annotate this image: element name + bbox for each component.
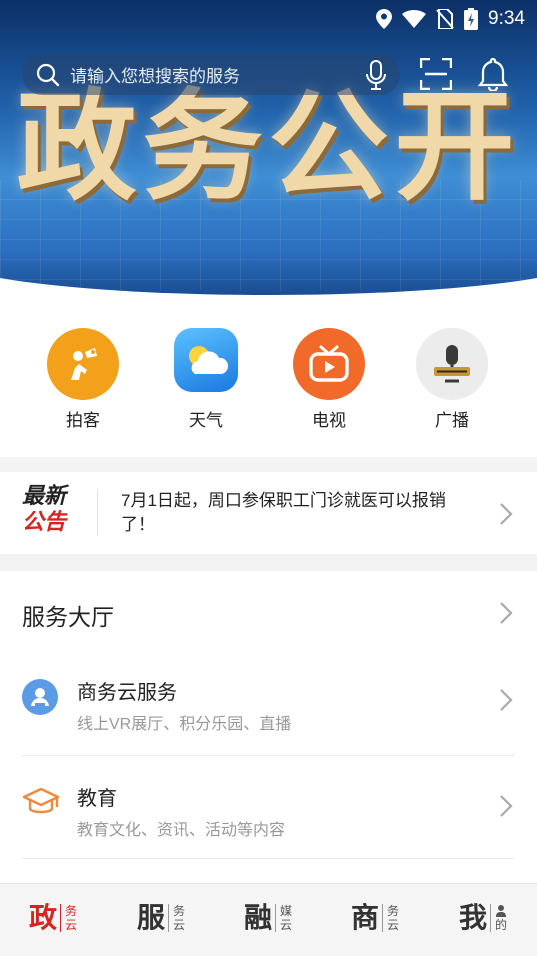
quick-link-label: 电视 [312, 411, 346, 430]
divider [97, 490, 98, 536]
announcement-text[interactable]: 7月1日起，周口参保职工门诊就医可以报销了！ [121, 489, 471, 537]
tab-fuwuyun[interactable]: 服 务云 [137, 900, 185, 936]
tab-main-char: 我 [459, 901, 488, 934]
tab-sub-char: 的 [495, 918, 508, 932]
tab-sub-label: 务云 [168, 904, 185, 932]
service-name: 商务云服务 [77, 682, 177, 704]
tab-sub-label: 媒云 [275, 904, 292, 932]
tab-main-char: 商 [351, 901, 380, 934]
quick-link-label: 广播 [435, 411, 469, 430]
divider [22, 858, 515, 859]
badge-line2: 公告 [22, 510, 67, 535]
tab-main-char: 服 [137, 901, 166, 934]
tab-sub-char: 云 [280, 918, 293, 932]
microphone-icon[interactable] [366, 59, 386, 90]
quick-link-label: 天气 [189, 411, 223, 430]
tab-sub-char: 务 [65, 904, 78, 918]
tab-sub-label: 的 [490, 904, 507, 932]
quick-link-paike[interactable]: 拍客 [33, 328, 133, 431]
service-name: 教育 [77, 788, 117, 810]
tab-sub-label: 务云 [60, 904, 77, 932]
battery-charging-icon [464, 8, 479, 30]
tab-sub-char: 云 [65, 918, 78, 932]
service-description: 教育文化、资讯、活动等内容 [77, 822, 286, 839]
user-badge-icon [22, 679, 58, 715]
badge-line1: 最新 [22, 484, 67, 509]
chevron-right-icon [500, 795, 513, 817]
tab-sub-label: 务云 [382, 904, 399, 932]
search-placeholder[interactable]: 请输入您想搜索的服务 [70, 62, 366, 87]
bell-icon [477, 57, 509, 93]
notification-button[interactable] [477, 57, 509, 95]
service-item-education[interactable]: 教育 教育文化、资讯、活动等内容 [22, 782, 515, 889]
tab-shangwuyun[interactable]: 商 务云 [351, 900, 399, 936]
tab-zhengwuyun[interactable]: 政 务云 [29, 900, 77, 936]
tab-rongmeiyun[interactable]: 融 媒云 [244, 900, 292, 936]
quick-link-tv[interactable]: 电视 [279, 328, 379, 431]
camera-person-icon [47, 328, 119, 400]
status-bar: 9:34 [0, 0, 537, 38]
status-time: 9:34 [488, 8, 525, 29]
chevron-right-icon [500, 503, 513, 525]
service-description: 线上VR展厅、积分乐园、直播 [77, 716, 292, 733]
search-icon [36, 63, 60, 86]
quick-link-label: 拍客 [66, 411, 100, 430]
weather-sun-cloud-icon [174, 328, 238, 392]
tab-sub-char: 云 [173, 918, 186, 932]
service-item-commerce-cloud[interactable]: 商务云服务 线上VR展厅、积分乐园、直播 [22, 676, 515, 783]
location-icon [376, 9, 393, 29]
announcement-badge: 最新 公告 [22, 486, 78, 542]
chevron-right-icon [500, 689, 513, 711]
section-title[interactable]: 服务大厅 [22, 598, 114, 632]
graduation-cap-icon [22, 787, 60, 814]
tab-sub-char: 媒 [280, 904, 293, 918]
tv-icon [293, 328, 365, 400]
scan-button[interactable] [419, 57, 453, 94]
tab-sub-char: 云 [387, 918, 400, 932]
tab-main-char: 融 [244, 901, 273, 934]
search-bar[interactable]: 请输入您想搜索的服务 [22, 54, 400, 95]
chevron-right-icon[interactable] [498, 601, 514, 625]
quick-link-weather[interactable]: 天气 [156, 328, 256, 431]
service-hall: 服务大厅 商务云服务 线上VR展厅、积分乐园、直播 教育 教育文化、资讯、活动等… [0, 571, 537, 883]
tab-sub-char: 务 [387, 904, 400, 918]
scan-icon [419, 57, 453, 91]
quick-links: 拍客 天气 电视 广播 [0, 300, 537, 457]
tab-wode[interactable]: 我 的 [459, 900, 507, 936]
no-sim-icon [436, 9, 454, 29]
tab-main-char: 政 [29, 901, 58, 934]
header-banner: 政务公开 [0, 0, 537, 300]
person-icon [496, 905, 507, 917]
bottom-tab-bar: 政 务云 服 务云 融 媒云 商 务云 我 的 [0, 883, 537, 956]
wifi-icon [402, 10, 427, 28]
quick-link-radio[interactable]: 广播 [402, 328, 502, 431]
radio-mic-icon [416, 328, 488, 400]
tab-sub-char: 务 [173, 904, 186, 918]
announcement-bar[interactable]: 最新 公告 7月1日起，周口参保职工门诊就医可以报销了！ [0, 472, 537, 554]
divider [22, 755, 515, 756]
